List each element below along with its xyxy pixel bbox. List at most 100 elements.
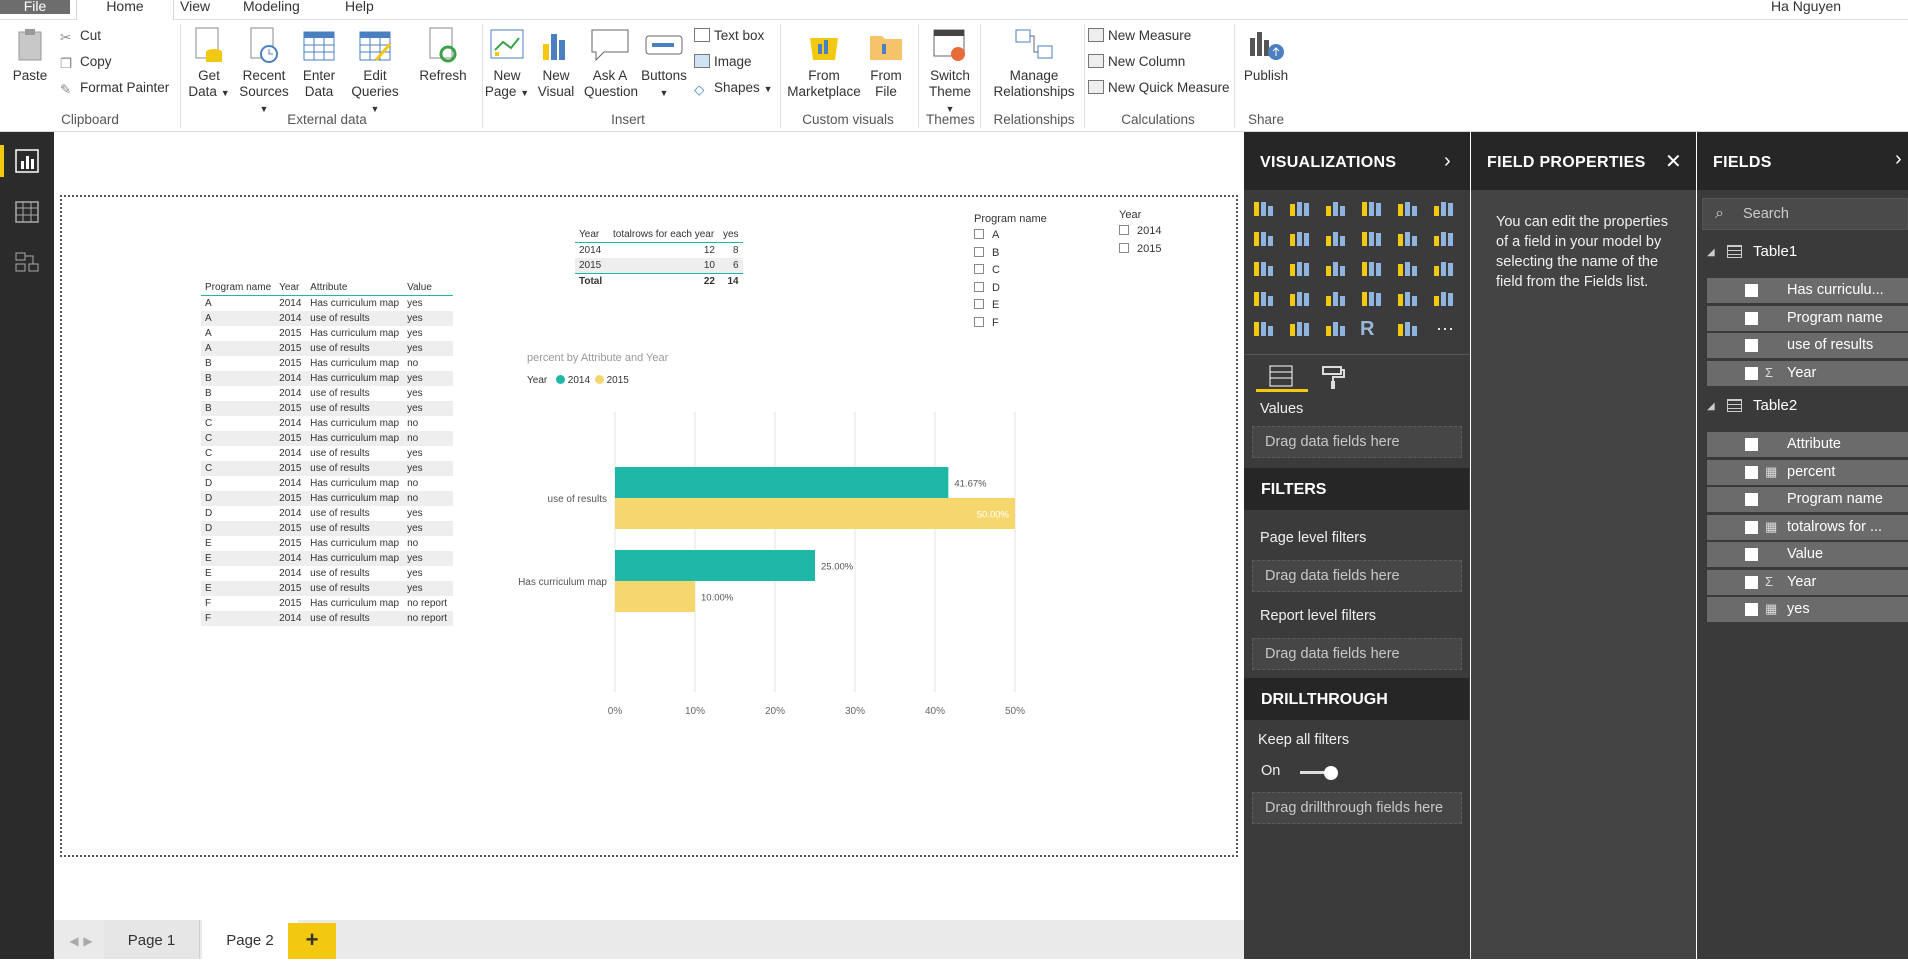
slicer-item[interactable]: 2014 <box>1119 225 1199 243</box>
column-header[interactable]: Year <box>575 227 609 243</box>
field-item[interactable]: use of results <box>1707 333 1908 358</box>
field-checkbox[interactable] <box>1745 548 1758 561</box>
waterfall-icon[interactable] <box>1252 258 1278 280</box>
tab-home[interactable]: Home <box>76 0 174 21</box>
slicer-item[interactable]: 2015 <box>1119 242 1199 261</box>
kpi-icon[interactable] <box>1432 288 1458 310</box>
summary-table-visual[interactable]: Year totalrows for each year yes 2014 12… <box>575 227 743 289</box>
field-checkbox[interactable] <box>1745 311 1758 325</box>
slicer-checkbox[interactable] <box>974 246 984 257</box>
slicer-item[interactable]: E <box>974 299 1074 317</box>
publish-button[interactable]: Publish <box>1240 26 1292 84</box>
slicer-item[interactable]: D <box>974 281 1074 300</box>
tab-help[interactable]: Help <box>345 0 374 20</box>
more-visuals-icon[interactable]: ··· <box>1432 318 1458 340</box>
field-checkbox[interactable] <box>1745 520 1758 534</box>
card-icon[interactable] <box>1360 288 1386 310</box>
image-button[interactable]: Image <box>694 54 752 70</box>
donut-chart-icon[interactable] <box>1360 258 1386 280</box>
slicer-checkbox[interactable] <box>974 264 984 274</box>
collapse-chevron-icon[interactable]: › <box>1895 148 1902 171</box>
multirow-card-icon[interactable] <box>1396 288 1422 310</box>
field-checkbox[interactable] <box>1745 465 1758 479</box>
gauge-icon[interactable] <box>1324 288 1350 310</box>
refresh-button[interactable]: Refresh <box>418 26 468 84</box>
values-drop-zone[interactable]: Drag data fields here <box>1252 426 1462 458</box>
slicer-item[interactable]: B <box>974 246 1074 265</box>
year-slicer[interactable]: Year 2014 2015 <box>1119 209 1199 260</box>
field-checkbox[interactable] <box>1745 575 1758 589</box>
ribbon-chart-icon[interactable] <box>1432 228 1458 250</box>
ask-question-button[interactable]: Ask A Question <box>584 26 638 100</box>
slicer-checkbox[interactable] <box>1119 242 1129 253</box>
detail-table-visual[interactable]: Program name Year Attribute Value A 2014 H… <box>201 280 454 626</box>
new-visual-button[interactable]: New Visual <box>535 26 577 100</box>
new-measure-button[interactable]: New Measure <box>1088 28 1191 44</box>
clustered-column-icon[interactable] <box>1360 198 1386 220</box>
page-filters-drop-zone[interactable]: Drag data fields here <box>1252 560 1462 592</box>
bar-2015-0[interactable] <box>615 498 1015 529</box>
enter-data-button[interactable]: Enter Data <box>298 26 340 100</box>
stacked-bar-icon[interactable] <box>1252 198 1278 220</box>
slicer-checkbox[interactable] <box>1119 225 1129 235</box>
tab-modeling[interactable]: Modeling <box>243 0 300 20</box>
field-table-header[interactable]: ◢ Table1 <box>1697 242 1908 268</box>
slicer-item[interactable]: C <box>974 264 1074 282</box>
expand-caret-icon[interactable]: ◢ <box>1707 247 1715 258</box>
expand-caret-icon[interactable]: ◢ <box>1707 401 1715 412</box>
field-checkbox[interactable] <box>1745 284 1758 297</box>
column-header[interactable]: yes <box>719 227 743 243</box>
field-checkbox[interactable] <box>1745 493 1758 506</box>
recent-sources-button[interactable]: Recent Sources ▼ <box>235 26 293 117</box>
from-file-button[interactable]: From File <box>866 26 906 100</box>
field-checkbox[interactable] <box>1745 339 1758 352</box>
fields-tab[interactable] <box>1256 362 1308 392</box>
field-item[interactable]: Has curriculu... <box>1707 278 1908 303</box>
line-column-icon[interactable] <box>1360 228 1386 250</box>
scroll-right-icon[interactable]: ▶ <box>78 920 98 959</box>
close-icon[interactable]: ✕ <box>1665 149 1682 174</box>
field-checkbox[interactable] <box>1745 438 1758 451</box>
manage-relationships-button[interactable]: Manage Relationships <box>986 26 1082 100</box>
matrix-icon[interactable] <box>1324 318 1350 340</box>
bar-chart-visual[interactable]: percent by Attribute and Year Year 2014 … <box>517 352 1117 752</box>
map-icon[interactable] <box>1432 258 1458 280</box>
from-marketplace-button[interactable]: From Marketplace <box>784 26 864 100</box>
legend-item[interactable]: 2014 <box>568 375 590 386</box>
page-tab-1[interactable]: Page 1 <box>104 920 200 959</box>
drillthrough-drop-zone[interactable]: Drag drillthrough fields here <box>1252 792 1462 824</box>
area-chart-icon[interactable] <box>1288 228 1314 250</box>
field-item[interactable]: Attribute <box>1707 432 1908 457</box>
field-item[interactable]: ▦ percent <box>1707 459 1908 485</box>
data-view-button[interactable] <box>15 200 39 229</box>
switch-theme-button[interactable]: Switch Theme ▼ <box>924 26 976 117</box>
slicer-item[interactable]: F <box>974 316 1074 335</box>
field-table-header[interactable]: ◢ Table2 <box>1697 396 1908 422</box>
add-page-button[interactable]: + <box>288 923 336 959</box>
bar-2014-0[interactable] <box>615 467 949 498</box>
slicer-checkbox[interactable] <box>974 316 984 327</box>
stacked-column-icon[interactable] <box>1288 198 1314 220</box>
paste-button[interactable]: Paste <box>8 28 52 84</box>
search-input[interactable]: ⌕ Search <box>1702 198 1908 230</box>
get-data-button[interactable]: Get Data ▼ <box>186 26 232 101</box>
legend-item[interactable]: 2015 <box>607 375 629 386</box>
filled-map-icon[interactable] <box>1252 288 1278 310</box>
column-header[interactable]: Value <box>403 280 453 296</box>
cut-button[interactable]: ✂ Cut <box>60 28 101 45</box>
table-visual-icon[interactable] <box>1288 318 1314 340</box>
scatter-icon[interactable] <box>1288 258 1314 280</box>
edit-queries-button[interactable]: Edit Queries ▼ <box>350 26 400 117</box>
100-column-icon[interactable] <box>1432 198 1458 220</box>
slicer-icon[interactable] <box>1252 318 1278 340</box>
globe-icon[interactable] <box>1396 318 1422 340</box>
keep-filters-toggle[interactable] <box>1300 766 1340 780</box>
report-view-button[interactable] <box>15 149 39 178</box>
r-visual-icon[interactable]: R <box>1360 318 1386 340</box>
slicer-checkbox[interactable] <box>974 229 984 239</box>
copy-button[interactable]: ❐ Copy <box>60 54 112 71</box>
field-checkbox[interactable] <box>1745 603 1758 616</box>
line-clustered-icon[interactable] <box>1396 228 1422 250</box>
field-item[interactable]: Value <box>1707 542 1908 567</box>
column-header[interactable]: Attribute <box>306 280 403 296</box>
